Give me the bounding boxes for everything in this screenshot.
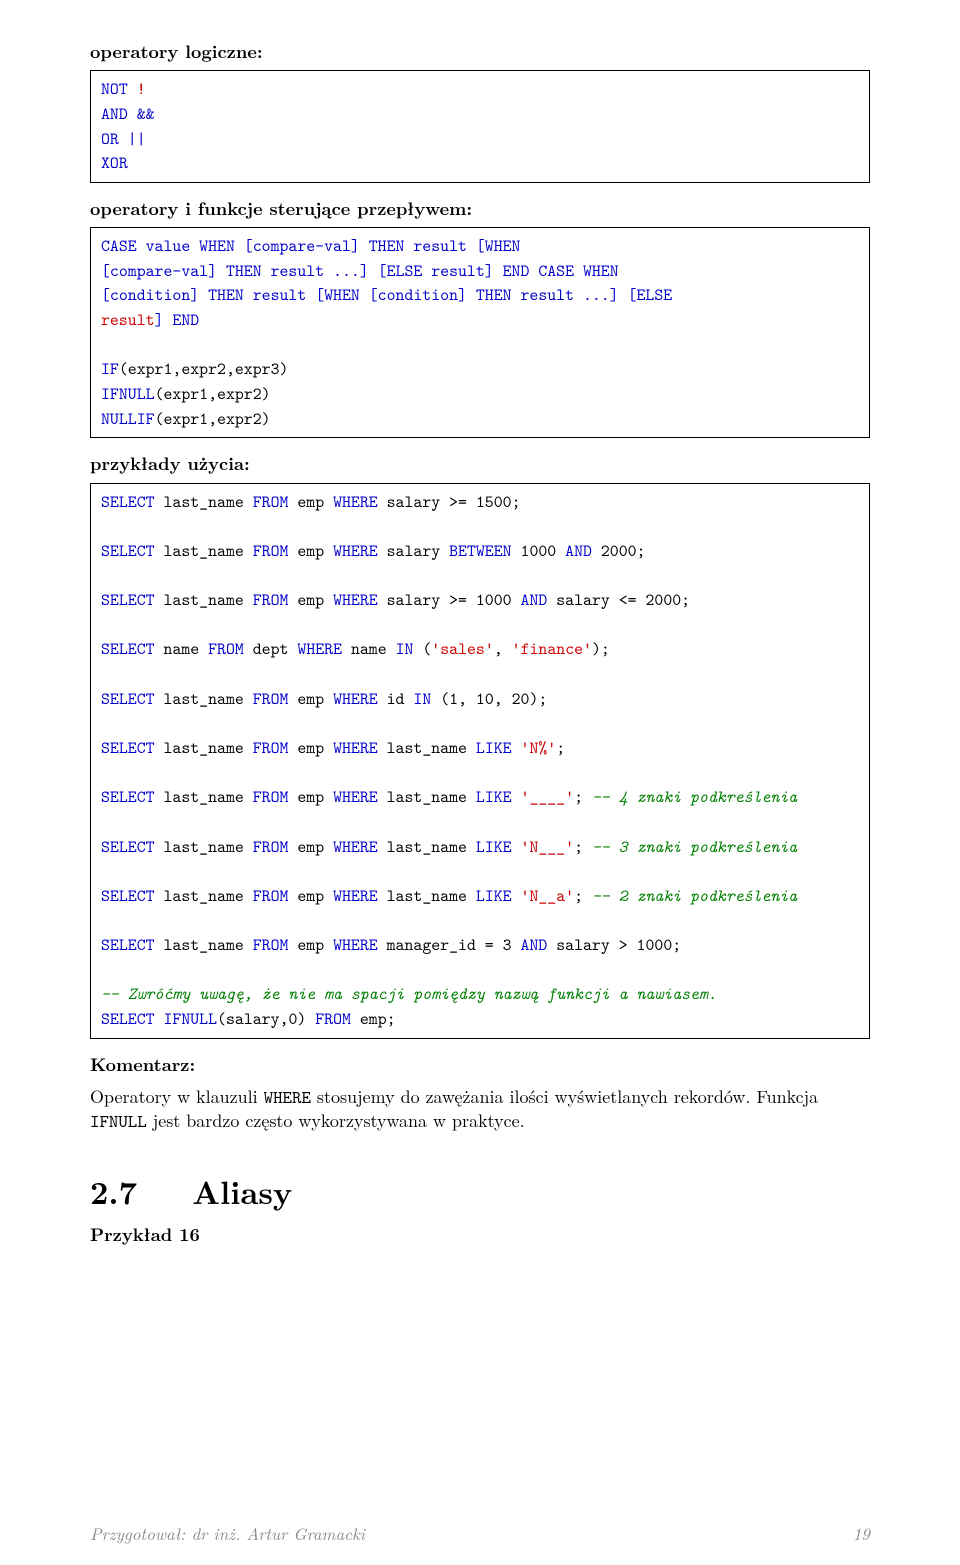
section-number: 2.7 bbox=[90, 1169, 137, 1214]
query-1: SELECT last_name FROM emp WHERE salary >… bbox=[101, 491, 521, 513]
komentarz-text-a: Operatory w klauzuli bbox=[90, 1084, 264, 1109]
fn-ifnull-args: (expr1,expr2) bbox=[155, 383, 271, 405]
footer-page-number: 19 bbox=[853, 1522, 870, 1545]
kw-and: AND && bbox=[101, 103, 155, 125]
kw-not: NOT bbox=[101, 78, 128, 100]
codebox-logical-ops: NOT ! AND && OR || XOR bbox=[90, 70, 870, 183]
heading-komentarz: Komentarz: bbox=[90, 1053, 870, 1077]
query-9: SELECT last_name FROM emp WHERE last_nam… bbox=[101, 885, 797, 907]
komentarz-code-where: WHERE bbox=[264, 1085, 311, 1109]
fn-if-args: (expr1,expr2,expr3) bbox=[119, 358, 289, 380]
case-line2: [compare-val] THEN result ...] [ELSE res… bbox=[101, 260, 619, 282]
heading-examples: przykłady użycia: bbox=[90, 452, 870, 476]
query-4: SELECT name FROM dept WHERE name IN ('sa… bbox=[101, 638, 610, 660]
case-end-token: ] END bbox=[155, 309, 200, 331]
fn-if: IF bbox=[101, 358, 119, 380]
komentarz-text-b: stosujemy do zawężania ilości wyświetlan… bbox=[311, 1084, 818, 1109]
section-title: Aliasy bbox=[192, 1169, 292, 1214]
page-footer: Przygotował: dr inż. Artur Gramacki 19 bbox=[90, 1522, 870, 1545]
komentarz-code-ifnull: IFNULL bbox=[90, 1109, 147, 1133]
query-10: SELECT last_name FROM emp WHERE manager_… bbox=[101, 934, 681, 956]
query-3: SELECT last_name FROM emp WHERE salary >… bbox=[101, 589, 690, 611]
query-5: SELECT last_name FROM emp WHERE id IN (1… bbox=[101, 688, 547, 710]
case-line4: result] END bbox=[101, 309, 199, 331]
kw-or: OR || bbox=[101, 128, 146, 150]
komentarz-text-c: jest bardzo często wykorzystywana w prak… bbox=[147, 1108, 525, 1133]
document-page: operatory logiczne: NOT ! AND && OR || X… bbox=[0, 0, 960, 1565]
example-heading: Przykład 16 bbox=[90, 1223, 870, 1247]
query-7: SELECT last_name FROM emp WHERE last_nam… bbox=[101, 786, 797, 808]
query-11-comment: -- Zwróćmy uwagę, że nie ma spacji pomię… bbox=[101, 983, 717, 1005]
kw-xor: XOR bbox=[101, 152, 128, 174]
heading-logical-ops: operatory logiczne: bbox=[90, 40, 870, 64]
codebox-examples: SELECT last_name FROM emp WHERE salary >… bbox=[90, 483, 870, 1039]
komentarz-paragraph: Operatory w klauzuli WHERE stosujemy do … bbox=[90, 1085, 870, 1134]
fn-ifnull: IFNULL bbox=[101, 383, 155, 405]
sym-bang: ! bbox=[137, 78, 146, 100]
query-11: SELECT IFNULL(salary,0) FROM emp; bbox=[101, 1008, 396, 1030]
section-heading-aliasy: 2.7 Aliasy bbox=[90, 1170, 870, 1213]
heading-flow-ops: operatory i funkcje sterujące przepływem… bbox=[90, 197, 870, 221]
case-result-token: result bbox=[101, 309, 155, 331]
query-8: SELECT last_name FROM emp WHERE last_nam… bbox=[101, 836, 797, 858]
query-2: SELECT last_name FROM emp WHERE salary B… bbox=[101, 540, 646, 562]
fn-nullif-args: (expr1,expr2) bbox=[155, 408, 271, 430]
fn-nullif: NULLIF bbox=[101, 408, 155, 430]
case-line1: CASE value WHEN [compare-val] THEN resul… bbox=[101, 235, 520, 257]
footer-author: Przygotował: dr inż. Artur Gramacki bbox=[90, 1522, 365, 1545]
codebox-flow-ops: CASE value WHEN [compare-val] THEN resul… bbox=[90, 227, 870, 438]
case-line3: [condition] THEN result [WHEN [condition… bbox=[101, 284, 672, 306]
query-6: SELECT last_name FROM emp WHERE last_nam… bbox=[101, 737, 565, 759]
